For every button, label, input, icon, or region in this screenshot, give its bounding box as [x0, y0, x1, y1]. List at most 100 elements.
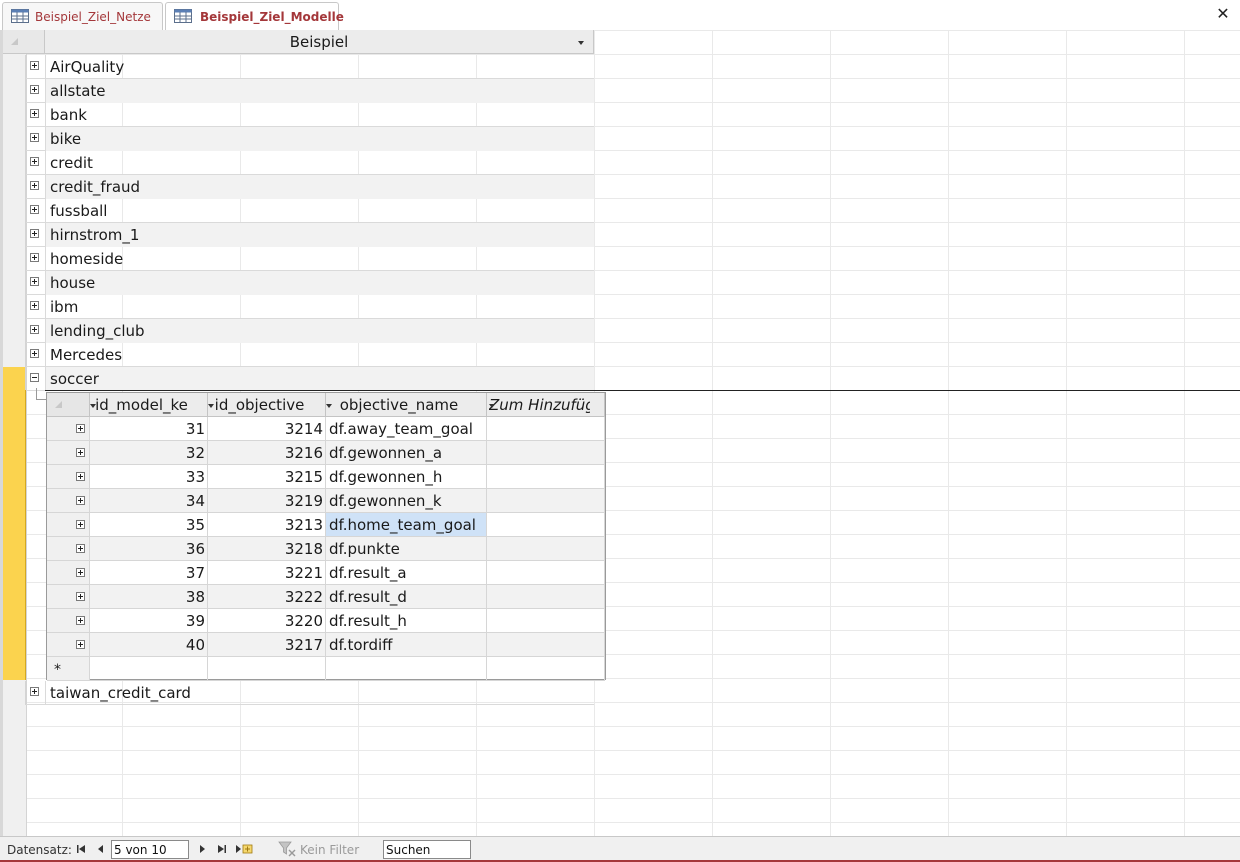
cell-beispiel[interactable]: taiwan_credit_card: [45, 681, 594, 705]
cell-objective-name[interactable]: df.gewonnen_k: [326, 489, 487, 513]
table-row[interactable]: 34 3219 df.gewonnen_k: [47, 489, 605, 513]
chevron-down-icon[interactable]: [326, 404, 332, 408]
expand-icon[interactable]: [30, 325, 39, 334]
filter-toggle-button[interactable]: Kein Filter: [275, 840, 375, 859]
table-row[interactable]: lending_club: [3, 319, 594, 343]
cell-objective-name[interactable]: df.gewonnen_h: [326, 465, 487, 489]
record-selector[interactable]: [3, 103, 26, 127]
cell-objective-name[interactable]: [326, 657, 487, 681]
table-row[interactable]: fussball: [3, 199, 594, 223]
expand-icon[interactable]: [30, 301, 39, 310]
table-row[interactable]: bank: [3, 103, 594, 127]
table-row[interactable]: 32 3216 df.gewonnen_a: [47, 441, 605, 465]
cell-objective-name[interactable]: df.punkte: [326, 537, 487, 561]
cell-id-objective[interactable]: 3222: [208, 585, 326, 609]
cell-id-objective[interactable]: 3214: [208, 417, 326, 441]
next-record-icon[interactable]: [196, 843, 208, 855]
cell-beispiel[interactable]: Mercedes: [45, 343, 594, 367]
cell-id-objective[interactable]: 3216: [208, 441, 326, 465]
record-selector[interactable]: [47, 417, 90, 441]
cell-add-field[interactable]: [487, 609, 605, 633]
select-all-corner[interactable]: [3, 30, 45, 54]
previous-record-icon[interactable]: [95, 843, 107, 855]
cell-objective-name[interactable]: df.away_team_goal: [326, 417, 487, 441]
record-selector[interactable]: [3, 151, 26, 175]
cell-beispiel[interactable]: bank: [45, 103, 594, 127]
cell-beispiel[interactable]: homeside: [45, 247, 594, 271]
expand-icon[interactable]: [30, 229, 39, 238]
chevron-down-icon[interactable]: [489, 404, 495, 408]
cell-objective-name[interactable]: df.result_a: [326, 561, 487, 585]
record-selector[interactable]: [47, 441, 90, 465]
cell-id-model[interactable]: [90, 657, 208, 681]
last-record-icon[interactable]: [216, 843, 228, 855]
cell-add-field[interactable]: [487, 465, 605, 489]
table-row[interactable]: 35 3213 df.home_team_goal: [47, 513, 605, 537]
new-record-icon[interactable]: [235, 843, 253, 855]
table-row[interactable]: 40 3217 df.tordiff: [47, 633, 605, 657]
column-header-objective-name[interactable]: objective_name: [326, 393, 487, 417]
table-row[interactable]: credit_fraud: [3, 175, 594, 199]
search-input[interactable]: [383, 840, 471, 859]
column-header-id-model[interactable]: id_model_ke: [90, 393, 208, 417]
table-row[interactable]: homeside: [3, 247, 594, 271]
record-selector[interactable]: [47, 561, 90, 585]
record-selector[interactable]: [3, 55, 26, 79]
record-selector[interactable]: [3, 79, 26, 103]
record-selector[interactable]: [3, 247, 26, 271]
cell-objective-name[interactable]: df.home_team_goal: [326, 513, 487, 537]
record-selector[interactable]: [3, 199, 26, 223]
expand-icon[interactable]: [76, 616, 85, 625]
record-selector[interactable]: [3, 343, 26, 367]
cell-id-model[interactable]: 32: [90, 441, 208, 465]
table-row[interactable]: 36 3218 df.punkte: [47, 537, 605, 561]
record-selector[interactable]: *: [47, 657, 90, 681]
cell-id-objective[interactable]: 3218: [208, 537, 326, 561]
expand-icon[interactable]: [76, 640, 85, 649]
cell-add-field[interactable]: [487, 417, 605, 441]
table-row[interactable]: taiwan_credit_card: [3, 681, 594, 705]
current-record-field[interactable]: [111, 840, 189, 859]
expand-icon[interactable]: [76, 496, 85, 505]
tab-beispiel-ziel-netze[interactable]: Beispiel_Ziel_Netze: [2, 2, 163, 30]
cell-add-field[interactable]: [487, 657, 605, 681]
cell-add-field[interactable]: [487, 441, 605, 465]
cell-beispiel[interactable]: hirnstrom_1: [45, 223, 594, 247]
expand-icon[interactable]: [76, 448, 85, 457]
cell-id-model[interactable]: 34: [90, 489, 208, 513]
expand-icon[interactable]: [30, 181, 39, 190]
expand-icon[interactable]: [30, 85, 39, 94]
expand-icon[interactable]: [76, 520, 85, 529]
expand-icon[interactable]: [30, 253, 39, 262]
record-selector[interactable]: [47, 609, 90, 633]
expand-icon[interactable]: [30, 349, 39, 358]
tab-beispiel-ziel-modelle[interactable]: Beispiel_Ziel_Modelle: [165, 2, 344, 31]
table-row[interactable]: AirQuality: [3, 55, 594, 79]
cell-objective-name[interactable]: df.tordiff: [326, 633, 487, 657]
cell-beispiel[interactable]: lending_club: [45, 319, 594, 343]
column-header-add-field[interactable]: Zum Hinzufüg: [487, 393, 605, 417]
record-selector[interactable]: [47, 585, 90, 609]
expand-icon[interactable]: [30, 205, 39, 214]
expand-icon[interactable]: [76, 568, 85, 577]
chevron-down-icon[interactable]: [208, 404, 214, 408]
table-row[interactable]: hirnstrom_1: [3, 223, 594, 247]
cell-beispiel[interactable]: fussball: [45, 199, 594, 223]
expand-icon[interactable]: [76, 472, 85, 481]
expand-icon[interactable]: [30, 133, 39, 142]
cell-id-model[interactable]: 37: [90, 561, 208, 585]
cell-objective-name[interactable]: df.gewonnen_a: [326, 441, 487, 465]
subdatasheet-corner[interactable]: [47, 393, 90, 417]
cell-id-model[interactable]: 35: [90, 513, 208, 537]
table-row[interactable]: ibm: [3, 295, 594, 319]
table-row[interactable]: credit: [3, 151, 594, 175]
column-header-id-objective[interactable]: id_objective: [208, 393, 326, 417]
record-selector[interactable]: [47, 513, 90, 537]
cell-add-field[interactable]: [487, 561, 605, 585]
table-row[interactable]: house: [3, 271, 594, 295]
table-row[interactable]: 38 3222 df.result_d: [47, 585, 605, 609]
cell-add-field[interactable]: [487, 489, 605, 513]
record-selector[interactable]: [3, 367, 26, 391]
cell-id-model[interactable]: 40: [90, 633, 208, 657]
column-header-beispiel[interactable]: Beispiel: [45, 30, 594, 54]
